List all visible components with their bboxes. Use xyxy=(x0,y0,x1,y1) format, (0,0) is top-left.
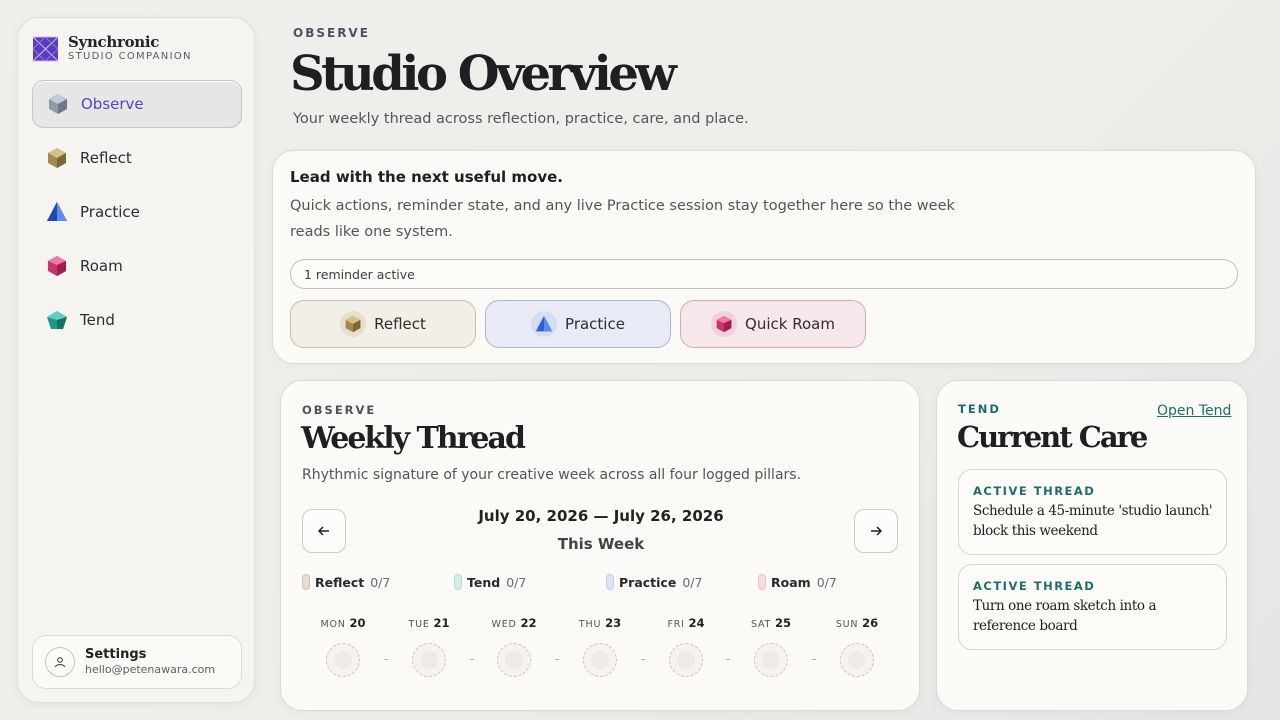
day-node-sat[interactable] xyxy=(754,643,788,677)
roam-gem-icon xyxy=(48,256,66,276)
legend-swatch xyxy=(302,574,310,590)
settings-title: Settings xyxy=(85,647,147,662)
day-node-sun[interactable] xyxy=(840,643,874,677)
sidebar-item-label: Practice xyxy=(80,203,140,221)
day-node-thu[interactable] xyxy=(583,643,617,677)
sidebar: Synchronic STUDIO COMPANION Observe Refl… xyxy=(17,17,255,703)
practice-quick-button[interactable]: Practice xyxy=(485,300,671,348)
sidebar-item-label: Roam xyxy=(80,257,123,275)
legend-count: 0/7 xyxy=(682,574,703,590)
thread-text: Turn one roam sketch into a reference bo… xyxy=(973,598,1157,634)
quick-roam-label: Quick Roam xyxy=(745,315,835,333)
active-thread-card[interactable]: ACTIVE THREAD Turn one roam sketch into … xyxy=(958,564,1227,650)
thread-label: ACTIVE THREAD xyxy=(973,484,1096,498)
day-label-sat: SAT 25 xyxy=(750,616,791,630)
synchronic-logo-icon xyxy=(32,35,60,62)
reminder-status-pill[interactable]: 1 reminder active xyxy=(290,259,1238,289)
sidebar-item-label: Observe xyxy=(81,95,144,113)
open-tend-link[interactable]: Open Tend xyxy=(1157,403,1231,419)
sidebar-item-label: Tend xyxy=(80,311,115,329)
legend-count: 0/7 xyxy=(816,574,837,590)
practice-gem-icon xyxy=(535,315,553,332)
sidebar-item-reflect[interactable]: Reflect xyxy=(32,134,242,182)
day-label-mon: MON 20 xyxy=(320,616,366,630)
page-subtitle: Your weekly thread across reflection, pr… xyxy=(293,111,749,127)
next-week-button[interactable] xyxy=(854,509,898,553)
legend-swatch xyxy=(606,574,614,590)
active-thread-card[interactable]: ACTIVE THREAD Schedule a 45-minute 'stud… xyxy=(958,469,1227,555)
thread-label: ACTIVE THREAD xyxy=(973,579,1096,593)
sidebar-item-label: Reflect xyxy=(80,149,132,167)
sidebar-item-observe[interactable]: Observe xyxy=(32,80,242,128)
weekly-title: Weekly Thread xyxy=(301,421,526,456)
day-label-thu: THU 23 xyxy=(578,616,622,630)
next-move-title: Lead with the next useful move. xyxy=(290,168,563,186)
brand-name: Synchronic xyxy=(68,33,160,51)
practice-gem-icon xyxy=(47,202,67,221)
brand[interactable]: Synchronic STUDIO COMPANION xyxy=(32,34,192,63)
sidebar-item-tend[interactable]: Tend xyxy=(32,296,242,344)
current-care-card: TEND Open Tend Current Care ACTIVE THREA… xyxy=(936,380,1248,711)
settings-button[interactable]: Settings hello@petenawara.com xyxy=(32,635,242,689)
user-icon xyxy=(55,657,65,668)
date-range: July 20, 2026 — July 26, 2026 xyxy=(478,507,724,525)
weekly-thread-card: OBSERVE Weekly Thread Rhythmic signature… xyxy=(280,380,920,711)
arrow-right-icon xyxy=(871,526,883,536)
legend-count: 0/7 xyxy=(506,574,527,590)
next-move-card: Lead with the next useful move. Quick ac… xyxy=(272,150,1256,364)
care-title: Current Care xyxy=(957,420,1148,454)
settings-email: hello@petenawara.com xyxy=(85,663,216,676)
reflect-gem-icon xyxy=(345,315,361,333)
observe-gem-icon xyxy=(49,94,67,114)
reflect-gem-icon xyxy=(48,148,66,168)
day-connector: - xyxy=(470,652,475,666)
legend-item-roam: Roam 0/7 xyxy=(758,574,837,590)
legend-name: Practice xyxy=(619,574,677,590)
sidebar-item-practice[interactable]: Practice xyxy=(32,188,242,236)
day-node-tue[interactable] xyxy=(412,643,446,677)
legend-swatch xyxy=(454,574,462,590)
care-eyebrow: TEND xyxy=(958,402,1001,416)
weekly-eyebrow: OBSERVE xyxy=(302,403,377,417)
reflect-quick-label: Reflect xyxy=(374,315,426,333)
tend-gem-icon xyxy=(47,311,67,329)
legend-item-practice: Practice 0/7 xyxy=(606,574,702,590)
day-node-fri[interactable] xyxy=(669,643,703,677)
sidebar-item-roam[interactable]: Roam xyxy=(32,242,242,290)
next-move-description: Quick actions, reminder state, and any l… xyxy=(290,198,955,240)
weekly-subtitle: Rhythmic signature of your creative week… xyxy=(302,467,802,483)
day-node-mon[interactable] xyxy=(326,643,360,677)
quick-roam-button[interactable]: Quick Roam xyxy=(680,300,866,348)
avatar xyxy=(45,647,75,677)
practice-quick-label: Practice xyxy=(565,315,625,333)
day-node-wed[interactable] xyxy=(497,643,531,677)
day-label-tue: TUE 21 xyxy=(408,616,450,630)
day-connector: - xyxy=(555,652,560,666)
legend-name: Roam xyxy=(771,574,811,590)
legend-count: 0/7 xyxy=(370,574,391,590)
sidebar-nav: Observe Reflect Practice Roam Tend xyxy=(32,80,242,350)
page-title: Studio Overview xyxy=(290,46,677,102)
day-connector: - xyxy=(384,652,389,666)
legend-item-tend: Tend 0/7 xyxy=(454,574,526,590)
legend-swatch xyxy=(758,574,766,590)
day-connector: - xyxy=(641,652,646,666)
day-connector: - xyxy=(812,652,817,666)
legend-name: Tend xyxy=(467,574,501,590)
day-label-sun: SUN 26 xyxy=(835,616,879,630)
roam-gem-icon xyxy=(716,315,732,333)
day-label-wed: WED 22 xyxy=(491,616,537,630)
legend-name: Reflect xyxy=(315,574,365,590)
page-eyebrow: OBSERVE xyxy=(293,26,370,40)
day-connector: - xyxy=(726,652,731,666)
week-label: This Week xyxy=(557,535,645,553)
thread-text: Schedule a 45-minute 'studio launch' blo… xyxy=(973,503,1213,539)
reflect-quick-button[interactable]: Reflect xyxy=(290,300,476,348)
day-label-fri: FRI 24 xyxy=(667,616,705,630)
brand-subtitle: STUDIO COMPANION xyxy=(68,51,192,62)
legend-item-reflect: Reflect 0/7 xyxy=(302,574,390,590)
